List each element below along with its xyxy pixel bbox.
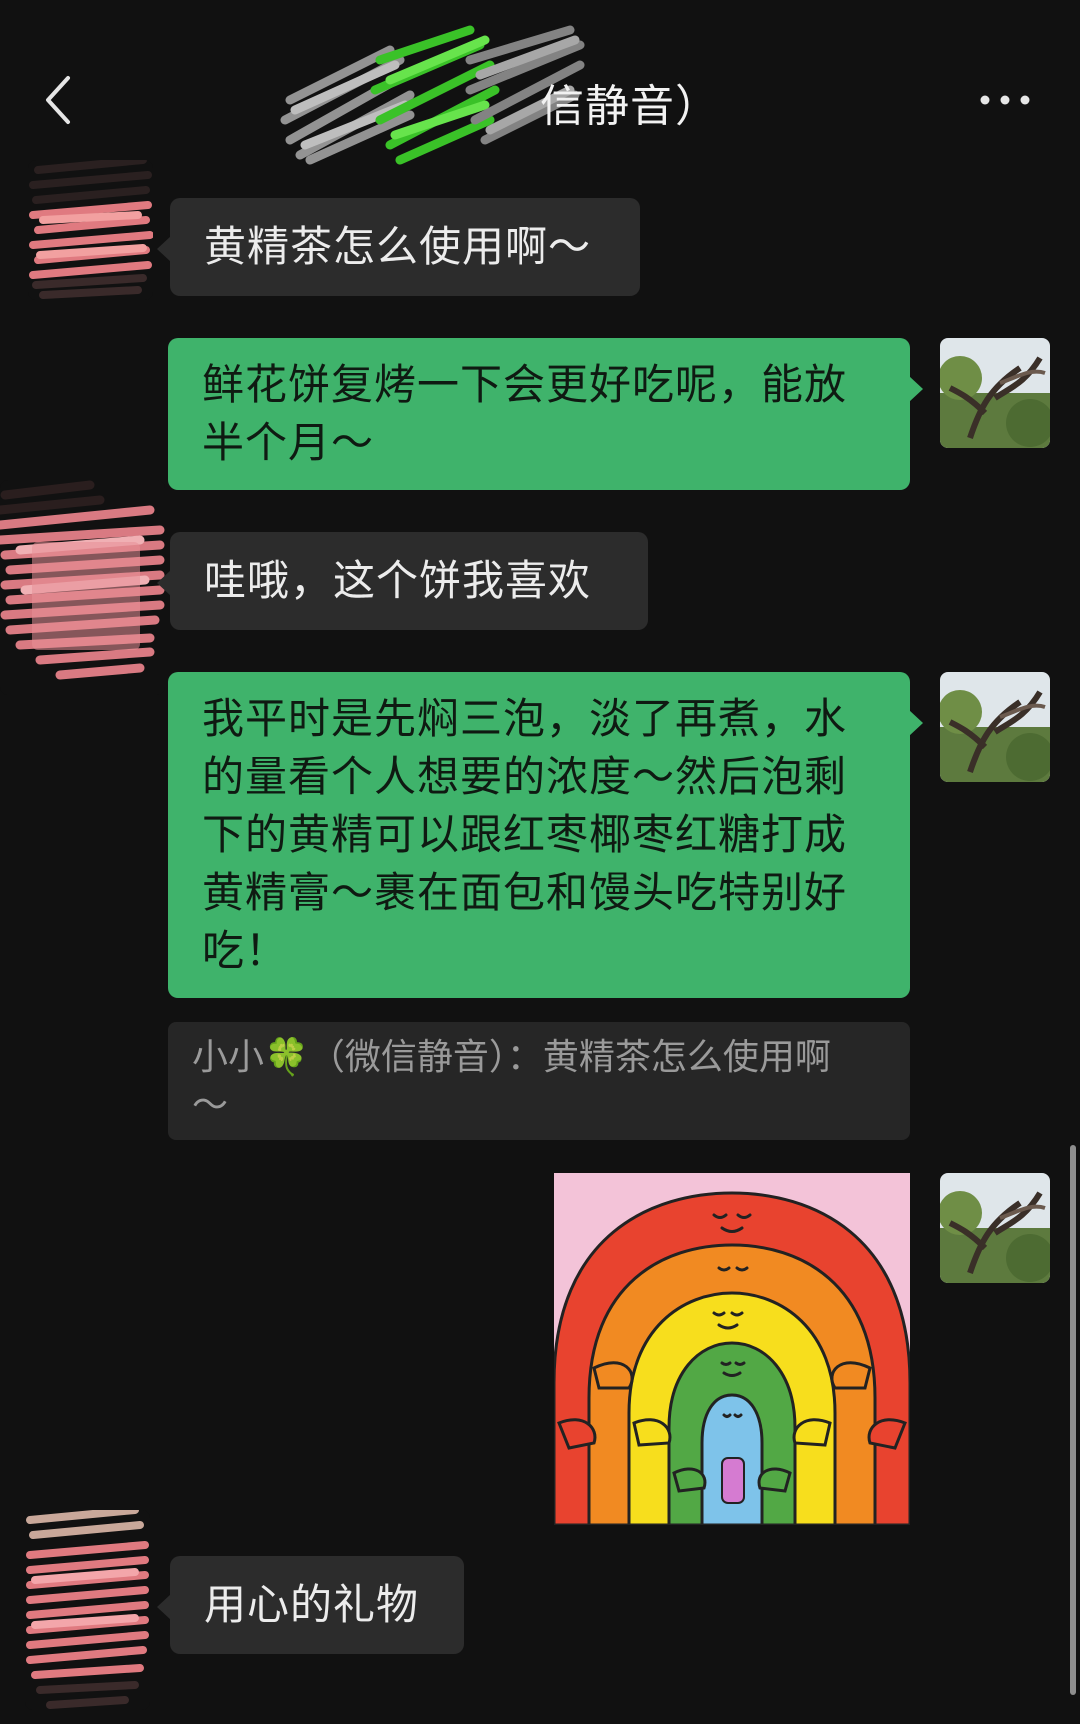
quoted-text-line: ～ bbox=[192, 1085, 229, 1126]
message-text-line: 半个月～ bbox=[202, 418, 375, 467]
message-text-line: 黄精膏～裹在面包和馒头吃特别好 bbox=[202, 868, 848, 917]
quoted-text-line: 小小🍀（微信静音）：黄精茶怎么使用啊 bbox=[192, 1037, 831, 1078]
message-text-line: 的量看个人想要的浓度～然后泡剩 bbox=[202, 752, 848, 801]
message-text-line: 鲜花饼复烤一下会更好吃呢，能放 bbox=[202, 360, 848, 409]
quoted-message[interactable]: 小小🍀（微信静音）：黄精茶怎么使用啊 ～ bbox=[168, 1022, 910, 1140]
message-bubble-incoming[interactable]: 哇哦，这个饼我喜欢 bbox=[157, 532, 648, 630]
chevron-left-icon bbox=[46, 76, 70, 124]
message-bubble-outgoing[interactable]: 鲜花饼复烤一下会更好吃呢，能放 半个月～ bbox=[168, 338, 923, 490]
back-button[interactable] bbox=[40, 70, 80, 130]
message-bubble-incoming[interactable]: 黄精茶怎么使用啊～ bbox=[157, 198, 640, 296]
contact-avatar-redacted[interactable] bbox=[0, 480, 165, 695]
sticker-image-rainbow-hug[interactable] bbox=[554, 1173, 910, 1525]
chat-title: 信静音） bbox=[540, 81, 720, 132]
message-text-line: 下的黄精可以跟红枣椰枣红糖打成 bbox=[202, 810, 848, 859]
message-text-line: 我平时是先焖三泡，淡了再煮，水 bbox=[202, 694, 848, 743]
message-bubble-incoming[interactable]: 用心的礼物 bbox=[157, 1556, 464, 1654]
message-text-line: 吃！ bbox=[202, 926, 289, 975]
more-dots-icon bbox=[980, 95, 1030, 105]
contact-avatar-redacted[interactable] bbox=[25, 1510, 150, 1710]
message-bubble-outgoing[interactable]: 我平时是先焖三泡，淡了再煮，水 的量看个人想要的浓度～然后泡剩 下的黄精可以跟红… bbox=[168, 672, 923, 998]
message-text: 黄精茶怎么使用啊～ bbox=[204, 222, 592, 271]
my-avatar[interactable] bbox=[940, 672, 1050, 782]
message-text: 用心的礼物 bbox=[204, 1580, 420, 1629]
contact-avatar-redacted[interactable] bbox=[28, 160, 153, 300]
more-options-button[interactable] bbox=[975, 80, 1035, 120]
my-avatar[interactable] bbox=[940, 338, 1050, 448]
message-text: 哇哦，这个饼我喜欢 bbox=[204, 556, 592, 605]
my-avatar[interactable] bbox=[940, 1173, 1050, 1283]
scrollbar[interactable] bbox=[1070, 1145, 1076, 1695]
